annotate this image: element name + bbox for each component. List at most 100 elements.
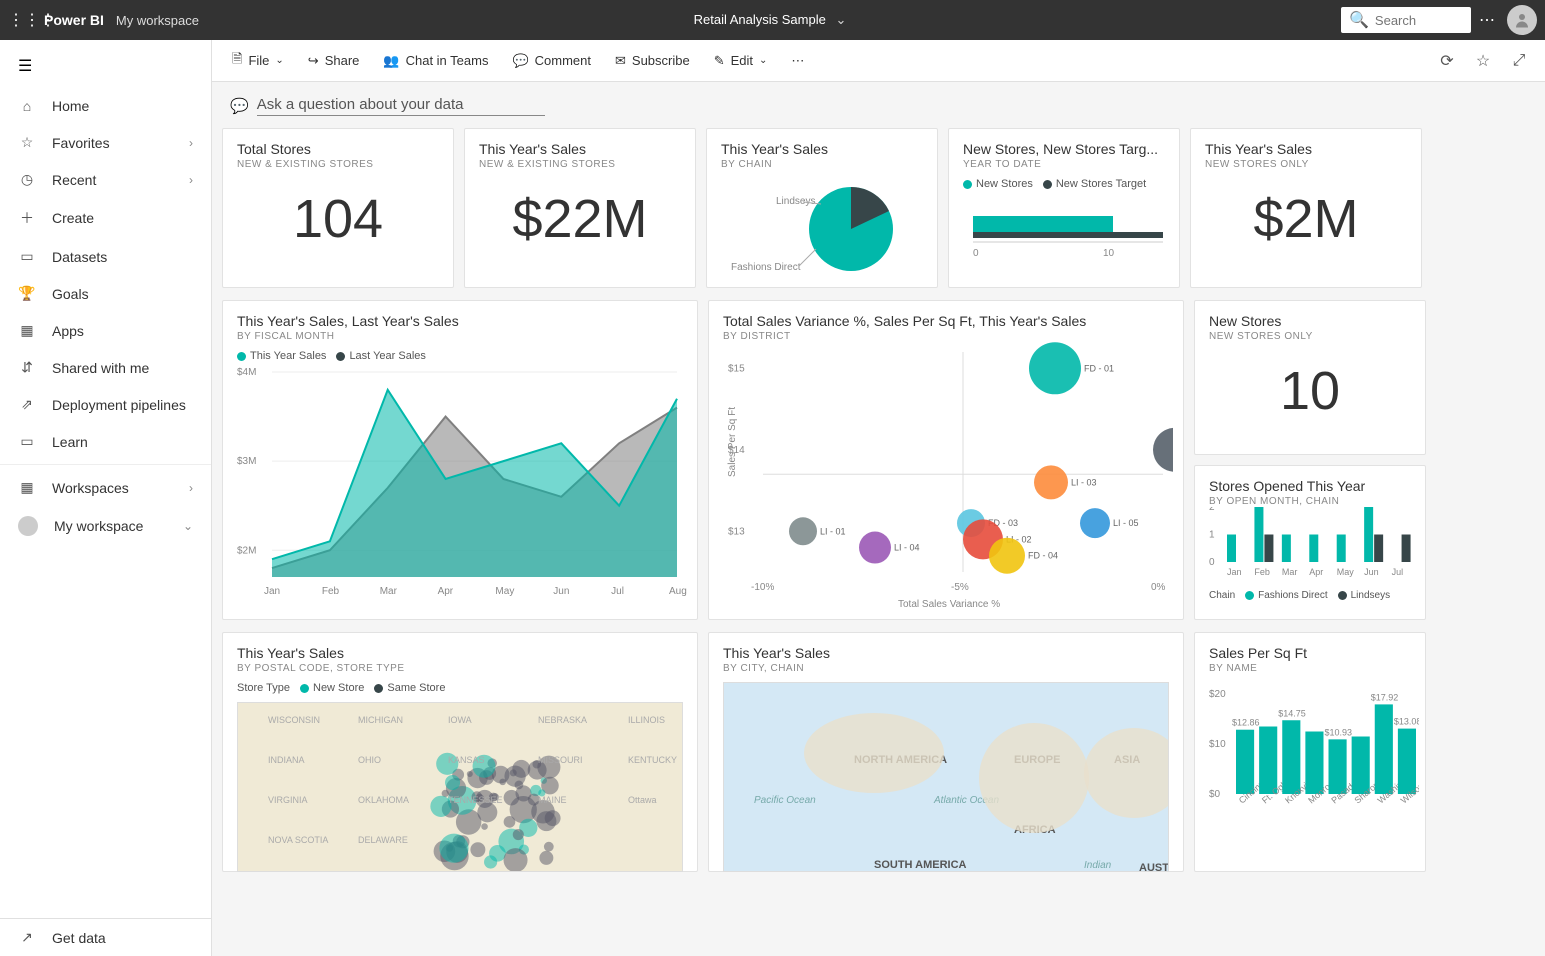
svg-text:Indian: Indian bbox=[1084, 860, 1112, 871]
svg-text:LI - 05: LI - 05 bbox=[1113, 518, 1139, 528]
svg-text:$15: $15 bbox=[728, 363, 745, 374]
fullscreen-icon[interactable]: ⤢ bbox=[1503, 52, 1535, 70]
svg-text:KANSAS: KANSAS bbox=[448, 755, 485, 765]
tile-new-stores-count[interactable]: New Stores NEW STORES ONLY 10 bbox=[1194, 300, 1426, 455]
svg-text:May: May bbox=[1337, 567, 1355, 577]
tile-sales-postal[interactable]: This Year's Sales BY POSTAL CODE, STORE … bbox=[222, 632, 698, 872]
tile-ty-sales[interactable]: This Year's Sales NEW & EXISTING STORES … bbox=[464, 128, 696, 288]
teams-icon: 👥 bbox=[383, 53, 399, 69]
tile-total-stores[interactable]: Total Stores NEW & EXISTING STORES 104 bbox=[222, 128, 454, 288]
more-icon[interactable]: ⋯ bbox=[1471, 10, 1503, 30]
app-launcher-icon[interactable]: ⋮⋮⋮ bbox=[8, 10, 40, 30]
svg-text:1: 1 bbox=[1209, 530, 1215, 541]
file-icon: 🗎 bbox=[232, 50, 242, 72]
subscribe-button[interactable]: ✉Subscribe bbox=[605, 47, 700, 75]
svg-text:Lindseys: Lindseys bbox=[776, 196, 815, 207]
svg-text:SOUTH AMERICA: SOUTH AMERICA bbox=[874, 859, 967, 871]
svg-text:MICHIGAN: MICHIGAN bbox=[358, 715, 403, 725]
tile-new-stores-target[interactable]: New Stores, New Stores Targ... YEAR TO D… bbox=[948, 128, 1180, 288]
svg-text:0: 0 bbox=[973, 248, 979, 259]
svg-text:$10.93: $10.93 bbox=[1325, 727, 1353, 737]
sidebar-item-getdata[interactable]: ↗ Get data bbox=[0, 919, 211, 956]
more-button[interactable]: ⋯ bbox=[781, 47, 814, 75]
svg-text:$14.75: $14.75 bbox=[1278, 708, 1306, 718]
map-us: WISCONSINMICHIGANIOWANEBRASKAILLINOISIND… bbox=[237, 702, 683, 872]
bar-chart: 0 10 bbox=[963, 206, 1163, 276]
svg-text:Jul: Jul bbox=[611, 586, 624, 597]
sidebar-item-shared-with-me[interactable]: ⇵Shared with me bbox=[0, 349, 211, 386]
svg-text:Apr: Apr bbox=[438, 586, 454, 597]
comment-icon: 💬 bbox=[512, 53, 528, 69]
svg-text:Fashions Direct: Fashions Direct bbox=[731, 262, 801, 273]
sidebar-item-create[interactable]: ＋Create bbox=[0, 198, 211, 238]
svg-text:$10: $10 bbox=[1209, 739, 1226, 750]
sidebar-item-recent[interactable]: ◷Recent› bbox=[0, 161, 211, 198]
svg-text:NOVA SCOTIA: NOVA SCOTIA bbox=[268, 835, 328, 845]
chat-teams-button[interactable]: 👥Chat in Teams bbox=[373, 47, 498, 75]
brand-label: Power BI bbox=[44, 12, 104, 28]
tile-sales-trend[interactable]: This Year's Sales, Last Year's Sales BY … bbox=[222, 300, 698, 620]
avatar[interactable] bbox=[1507, 5, 1537, 35]
sidebar-item-myworkspace[interactable]: My workspace ⌄ bbox=[0, 506, 211, 546]
tile-stores-opened[interactable]: Stores Opened This Year BY OPEN MONTH, C… bbox=[1194, 465, 1426, 620]
svg-text:Total Sales Variance %: Total Sales Variance % bbox=[898, 599, 1000, 610]
refresh-icon[interactable]: ⟳ bbox=[1431, 51, 1463, 71]
svg-text:INDIANA: INDIANA bbox=[268, 755, 305, 765]
favorite-icon[interactable]: ☆ bbox=[1467, 51, 1499, 71]
svg-text:DELAWARE: DELAWARE bbox=[358, 835, 408, 845]
share-button[interactable]: ↪Share bbox=[298, 47, 370, 75]
svg-text:LI - 04: LI - 04 bbox=[894, 543, 920, 553]
sidebar-item-learn[interactable]: ▭Learn bbox=[0, 423, 211, 460]
search-box[interactable]: 🔍 bbox=[1341, 7, 1471, 33]
tile-sales-sqft[interactable]: Sales Per Sq Ft BY NAME $0$10$20$12.86Ci… bbox=[1194, 632, 1426, 872]
sidebar-item-datasets[interactable]: ▭Datasets bbox=[0, 238, 211, 275]
svg-text:Mar: Mar bbox=[1282, 567, 1298, 577]
svg-text:MISSOURI: MISSOURI bbox=[538, 755, 583, 765]
svg-text:$17.92: $17.92 bbox=[1371, 692, 1399, 702]
file-button[interactable]: 🗎File⌄ bbox=[222, 44, 294, 78]
svg-text:$13: $13 bbox=[728, 526, 745, 537]
chevron-right-icon: › bbox=[189, 136, 193, 150]
mail-icon: ✉ bbox=[615, 53, 626, 69]
nav-icon: ＋ bbox=[18, 208, 36, 228]
top-bar: ⋮⋮⋮ Power BI My workspace Retail Analysi… bbox=[0, 0, 1545, 40]
sidebar-item-favorites[interactable]: ☆Favorites› bbox=[0, 124, 211, 161]
svg-text:LI - 01: LI - 01 bbox=[820, 526, 846, 536]
bar-chart: $0$10$20$12.86Cincinna...Ft. Oglet...$14… bbox=[1209, 674, 1419, 854]
svg-text:LI - 03: LI - 03 bbox=[1071, 477, 1097, 487]
nav-icon: ▦ bbox=[18, 322, 36, 339]
sidebar: ☰ ⌂Home☆Favorites›◷Recent›＋Create▭Datase… bbox=[0, 40, 212, 956]
svg-text:Feb: Feb bbox=[1254, 567, 1270, 577]
comment-button[interactable]: 💬Comment bbox=[502, 47, 601, 75]
tile-sales-city[interactable]: This Year's Sales BY CITY, CHAIN NORTH A… bbox=[708, 632, 1184, 872]
search-input[interactable] bbox=[1375, 13, 1465, 28]
sidebar-item-apps[interactable]: ▦Apps bbox=[0, 312, 211, 349]
svg-text:MAINE: MAINE bbox=[538, 795, 567, 805]
tile-ty-sales-new[interactable]: This Year's Sales NEW STORES ONLY $2M bbox=[1190, 128, 1422, 288]
svg-text:10: 10 bbox=[1103, 248, 1115, 259]
sidebar-item-home[interactable]: ⌂Home bbox=[0, 88, 211, 124]
nav-icon: ⇵ bbox=[18, 359, 36, 376]
nav-icon: ▭ bbox=[18, 433, 36, 450]
search-icon: 🔍 bbox=[1349, 10, 1369, 30]
svg-text:0%: 0% bbox=[1151, 582, 1166, 593]
qna-box[interactable]: 💬 Ask a question about your data bbox=[222, 90, 1535, 128]
svg-text:Jan: Jan bbox=[1227, 567, 1242, 577]
getdata-icon: ↗ bbox=[18, 929, 36, 946]
svg-text:-5%: -5% bbox=[951, 582, 969, 593]
tile-variance-scatter[interactable]: Total Sales Variance %, Sales Per Sq Ft,… bbox=[708, 300, 1184, 620]
svg-text:May: May bbox=[495, 586, 514, 597]
workspace-breadcrumb[interactable]: My workspace bbox=[116, 13, 199, 28]
scatter-chart: $13$14$15-10%-5%0%FD - 01FD - 02LI - 03F… bbox=[723, 342, 1173, 612]
sidebar-item-workspaces[interactable]: ▦ Workspaces › bbox=[0, 469, 211, 506]
sidebar-item-deployment-pipelines[interactable]: ⇗Deployment pipelines bbox=[0, 386, 211, 423]
pencil-icon: ✎ bbox=[714, 53, 725, 69]
svg-text:$20: $20 bbox=[1209, 689, 1226, 700]
sidebar-item-goals[interactable]: 🏆Goals bbox=[0, 275, 211, 312]
edit-button[interactable]: ✎Edit⌄ bbox=[704, 47, 778, 75]
svg-text:2: 2 bbox=[1209, 507, 1215, 513]
tile-ty-sales-chain[interactable]: This Year's Sales BY CHAIN Lindseys Fash… bbox=[706, 128, 938, 288]
hamburger-icon[interactable]: ☰ bbox=[0, 44, 211, 88]
chevron-right-icon: › bbox=[189, 481, 193, 495]
report-title[interactable]: Retail Analysis Sample ⌄ bbox=[199, 12, 1341, 28]
